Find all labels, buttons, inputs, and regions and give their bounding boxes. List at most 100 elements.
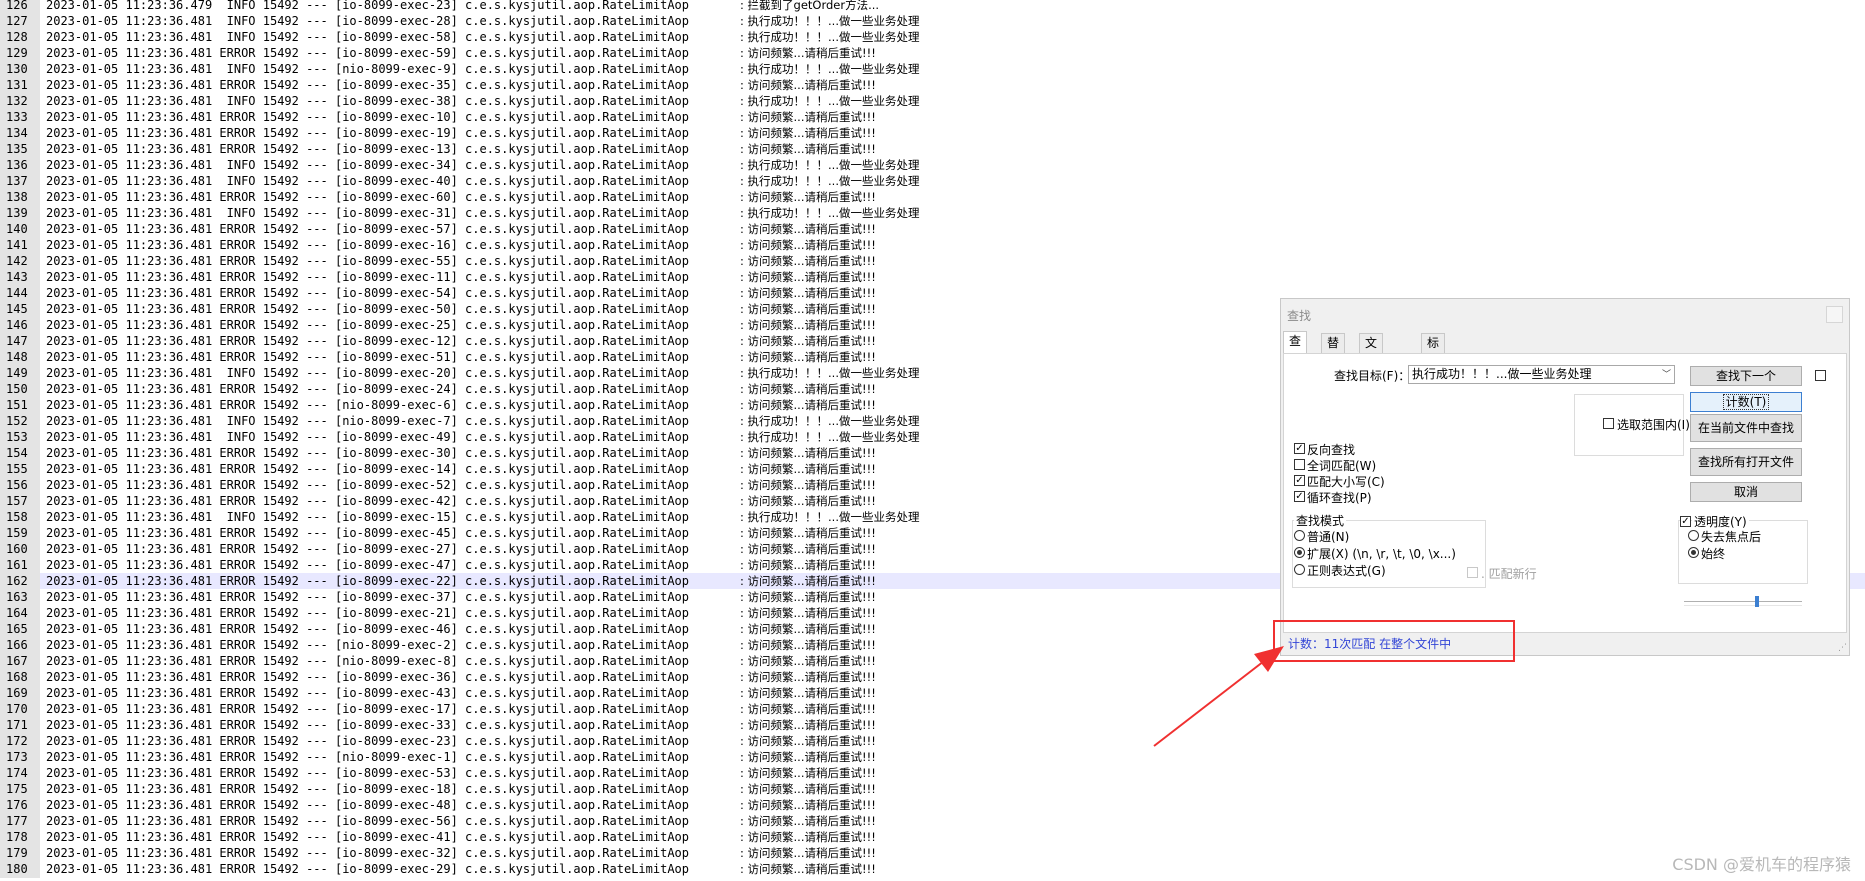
log-line[interactable]: 127 2023-01-05 11:23:36.481 INFO 15492 --… — [0, 13, 1865, 29]
line-number: 160 — [0, 541, 40, 557]
search-mode-radio[interactable] — [1294, 530, 1305, 541]
log-text: 2023-01-05 11:23:36.481 INFO 15492 --- [… — [46, 430, 689, 444]
log-line[interactable]: 133 2023-01-05 11:23:36.481 ERROR 15492 -… — [0, 109, 1865, 125]
log-text: 2023-01-05 11:23:36.481 INFO 15492 --- [… — [46, 206, 689, 220]
log-text: 2023-01-05 11:23:36.481 ERROR 15492 --- … — [46, 382, 689, 396]
option-checkbox[interactable]: ✓ — [1294, 475, 1305, 486]
resize-grip-icon[interactable]: ⋰ — [1838, 643, 1847, 653]
log-text: 2023-01-05 11:23:36.481 ERROR 15492 --- … — [46, 782, 689, 796]
log-message: : 访问频繁...请稍后重试!!! — [740, 382, 876, 396]
in-selection-checkbox[interactable] — [1603, 418, 1614, 429]
transparency-label: 始终 — [1701, 547, 1726, 561]
cancel-button[interactable]: 取消 — [1690, 482, 1802, 502]
log-line[interactable]: 137 2023-01-05 11:23:36.481 INFO 15492 --… — [0, 173, 1865, 189]
log-line[interactable]: 134 2023-01-05 11:23:36.481 ERROR 15492 -… — [0, 125, 1865, 141]
find-all-open-button[interactable]: 查找所有打开文件(O) — [1690, 448, 1802, 495]
log-line[interactable]: 169 2023-01-05 11:23:36.481 ERROR 15492 -… — [0, 685, 1865, 701]
log-text: 2023-01-05 11:23:36.481 ERROR 15492 --- … — [46, 222, 689, 236]
log-line[interactable]: 129 2023-01-05 11:23:36.481 ERROR 15492 -… — [0, 45, 1865, 61]
log-line[interactable]: 170 2023-01-05 11:23:36.481 ERROR 15492 -… — [0, 701, 1865, 717]
log-message: : 访问频繁...请稍后重试!!! — [740, 46, 876, 60]
tab-find[interactable]: 查找 — [1283, 331, 1308, 367]
match-newline-checkbox[interactable] — [1467, 567, 1478, 578]
log-line[interactable]: 179 2023-01-05 11:23:36.481 ERROR 15492 -… — [0, 845, 1865, 861]
option-checkbox[interactable]: ✓ — [1294, 443, 1305, 454]
log-line[interactable]: 126 2023-01-05 11:23:36.479 INFO 15492 --… — [0, 0, 1865, 13]
log-line[interactable]: 139 2023-01-05 11:23:36.481 INFO 15492 --… — [0, 205, 1865, 221]
transparency-radio[interactable] — [1688, 547, 1699, 558]
log-line[interactable]: 143 2023-01-05 11:23:36.481 ERROR 15492 -… — [0, 269, 1865, 285]
log-message: : 访问频繁...请稍后重试!!! — [740, 542, 876, 556]
find-next-button[interactable]: 查找下一个 — [1690, 366, 1802, 386]
close-button[interactable] — [1826, 306, 1843, 323]
option-checkbox[interactable] — [1294, 459, 1305, 470]
log-line[interactable]: 132 2023-01-05 11:23:36.481 INFO 15492 --… — [0, 93, 1865, 109]
option-checkbox[interactable]: ✓ — [1294, 491, 1305, 502]
log-message: : 执行成功！！！...做一些业务处理 — [740, 430, 920, 444]
line-number: 134 — [0, 125, 40, 141]
tab-mark[interactable]: 标记 — [1421, 333, 1446, 369]
transparency-slider-thumb[interactable] — [1755, 596, 1759, 607]
log-line[interactable]: 173 2023-01-05 11:23:36.481 ERROR 15492 -… — [0, 749, 1865, 765]
log-message: : 访问频繁...请稍后重试!!! — [740, 270, 876, 284]
log-line[interactable]: 175 2023-01-05 11:23:36.481 ERROR 15492 -… — [0, 781, 1865, 797]
log-line[interactable]: 177 2023-01-05 11:23:36.481 ERROR 15492 -… — [0, 813, 1865, 829]
annotation-highlight-box — [1273, 620, 1515, 662]
search-mode-title: 查找模式 — [1294, 512, 1347, 529]
transparency-checkbox[interactable]: ✓ — [1680, 516, 1691, 527]
line-number: 175 — [0, 781, 40, 797]
log-message: : 访问频繁...请稍后重试!!! — [740, 526, 876, 540]
log-line[interactable]: 174 2023-01-05 11:23:36.481 ERROR 15492 -… — [0, 765, 1865, 781]
tab-replace[interactable]: 替换 — [1321, 333, 1346, 369]
transparency-radio[interactable] — [1688, 530, 1699, 541]
log-message: : 访问频繁...请稍后重试!!! — [740, 782, 876, 796]
count-button[interactable]: 计数(T) — [1690, 392, 1802, 412]
log-message: : 执行成功！！！...做一些业务处理 — [740, 366, 920, 380]
option-label: 全词匹配(W) — [1307, 459, 1377, 473]
log-line[interactable]: 131 2023-01-05 11:23:36.481 ERROR 15492 -… — [0, 77, 1865, 93]
log-line[interactable]: 136 2023-01-05 11:23:36.481 INFO 15492 --… — [0, 157, 1865, 173]
log-line[interactable]: 130 2023-01-05 11:23:36.481 INFO 15492 --… — [0, 61, 1865, 77]
search-mode-label: 普通(N) — [1307, 530, 1350, 544]
search-mode-radio[interactable] — [1294, 564, 1305, 575]
find-what-combo[interactable]: 执行成功！！！...做一些业务处理 ﹀ — [1408, 365, 1675, 384]
transparency-slider-track[interactable] — [1684, 601, 1802, 606]
chevron-down-icon[interactable]: ﹀ — [1662, 367, 1671, 384]
log-line[interactable]: 180 2023-01-05 11:23:36.481 ERROR 15492 -… — [0, 861, 1865, 877]
line-number: 159 — [0, 525, 40, 541]
find-all-current-button[interactable]: 在当前文件中查找 — [1690, 414, 1802, 442]
log-line[interactable]: 140 2023-01-05 11:23:36.481 ERROR 15492 -… — [0, 221, 1865, 237]
log-text: 2023-01-05 11:23:36.481 ERROR 15492 --- … — [46, 686, 689, 700]
log-line[interactable]: 135 2023-01-05 11:23:36.481 ERROR 15492 -… — [0, 141, 1865, 157]
search-mode-radio[interactable] — [1294, 547, 1305, 558]
line-number: 127 — [0, 13, 40, 29]
log-line[interactable]: 178 2023-01-05 11:23:36.481 ERROR 15492 -… — [0, 829, 1865, 845]
log-line[interactable]: 138 2023-01-05 11:23:36.481 ERROR 15492 -… — [0, 189, 1865, 205]
log-text: 2023-01-05 11:23:36.481 ERROR 15492 --- … — [46, 462, 689, 476]
line-number: 136 — [0, 157, 40, 173]
log-line[interactable]: 176 2023-01-05 11:23:36.481 ERROR 15492 -… — [0, 797, 1865, 813]
log-line[interactable]: 128 2023-01-05 11:23:36.481 INFO 15492 --… — [0, 29, 1865, 45]
log-message: : 执行成功！！！...做一些业务处理 — [740, 414, 920, 428]
log-message: : 访问频繁...请稍后重试!!! — [740, 478, 876, 492]
log-message: : 访问频繁...请稍后重试!!! — [740, 846, 876, 860]
log-line[interactable]: 172 2023-01-05 11:23:36.481 ERROR 15492 -… — [0, 733, 1865, 749]
log-message: : 执行成功！！！...做一些业务处理 — [740, 62, 920, 76]
line-number: 148 — [0, 349, 40, 365]
line-number: 172 — [0, 733, 40, 749]
log-line[interactable]: 141 2023-01-05 11:23:36.481 ERROR 15492 -… — [0, 237, 1865, 253]
tab-find-in-files[interactable]: 文件查找 — [1359, 333, 1384, 407]
line-number: 146 — [0, 317, 40, 333]
match-newline-label: . 匹配新行 — [1481, 567, 1537, 581]
log-line[interactable]: 168 2023-01-05 11:23:36.481 ERROR 15492 -… — [0, 669, 1865, 685]
line-number: 153 — [0, 429, 40, 445]
line-number: 133 — [0, 109, 40, 125]
line-number: 180 — [0, 861, 40, 877]
log-line[interactable]: 142 2023-01-05 11:23:36.481 ERROR 15492 -… — [0, 253, 1865, 269]
line-number: 167 — [0, 653, 40, 669]
line-number: 140 — [0, 221, 40, 237]
stay-on-top-checkbox[interactable] — [1815, 370, 1826, 381]
line-number: 171 — [0, 717, 40, 733]
log-line[interactable]: 171 2023-01-05 11:23:36.481 ERROR 15492 -… — [0, 717, 1865, 733]
line-number: 161 — [0, 557, 40, 573]
